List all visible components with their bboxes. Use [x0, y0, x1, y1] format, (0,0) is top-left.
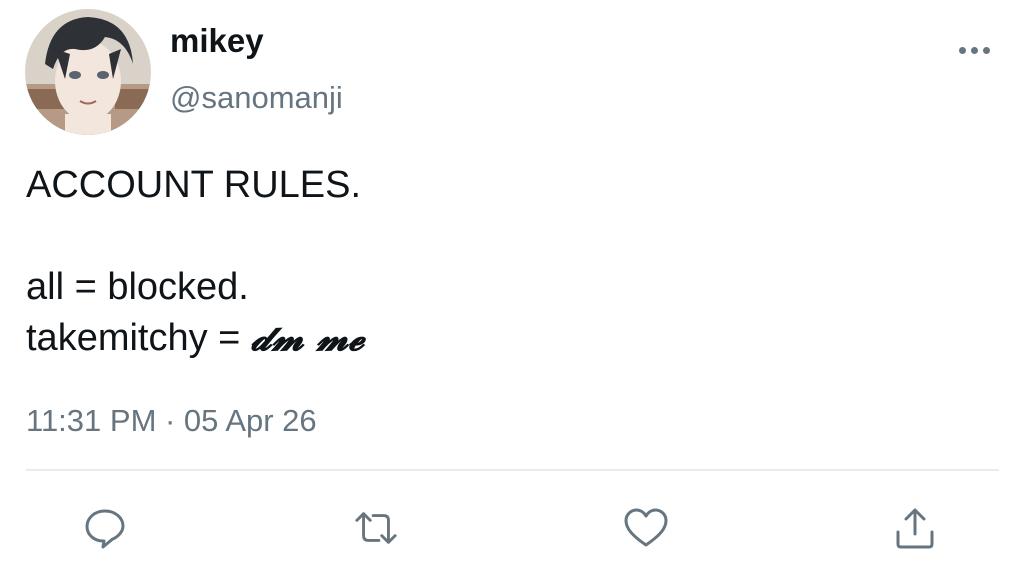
more-options-button[interactable] [954, 30, 994, 70]
tweet-line: all = blocked. [26, 266, 249, 308]
tweet-line-text: takemitchy = [26, 317, 251, 359]
retweet-arrows-icon [355, 512, 397, 544]
ellipsis-icon-dot-3 [982, 46, 990, 54]
tweet-text: ACCOUNT RULES. all = blocked. takemitchy… [26, 160, 986, 364]
speech-bubble-icon [85, 509, 125, 549]
tweet-timestamp[interactable]: 11:31 PM · 05 Apr 26 [26, 403, 317, 439]
username-handle[interactable]: @sanomanji [170, 80, 343, 116]
share-upload-icon [896, 508, 934, 549]
ellipsis-icon-dot-2 [970, 46, 978, 54]
like-button[interactable] [623, 505, 669, 551]
display-name[interactable]: mikey [170, 22, 264, 60]
styled-text: 𝓭𝓶 𝓶𝓮 [250, 317, 365, 359]
retweet-button[interactable] [353, 505, 399, 551]
reply-button[interactable] [82, 505, 128, 551]
ellipsis-icon [958, 46, 966, 54]
tweet-card: mikey @sanomanji ACCOUNT RULES. all = bl… [0, 0, 1024, 575]
divider [26, 469, 999, 471]
tweet-line-with-styled-text: takemitchy = 𝓭𝓶 𝓶𝓮 [26, 313, 986, 364]
heart-icon [624, 508, 668, 547]
tweet-line: ACCOUNT RULES. [26, 164, 362, 206]
share-button[interactable] [892, 505, 938, 551]
avatar[interactable] [25, 9, 151, 135]
profile-avatar-icon [25, 9, 151, 135]
